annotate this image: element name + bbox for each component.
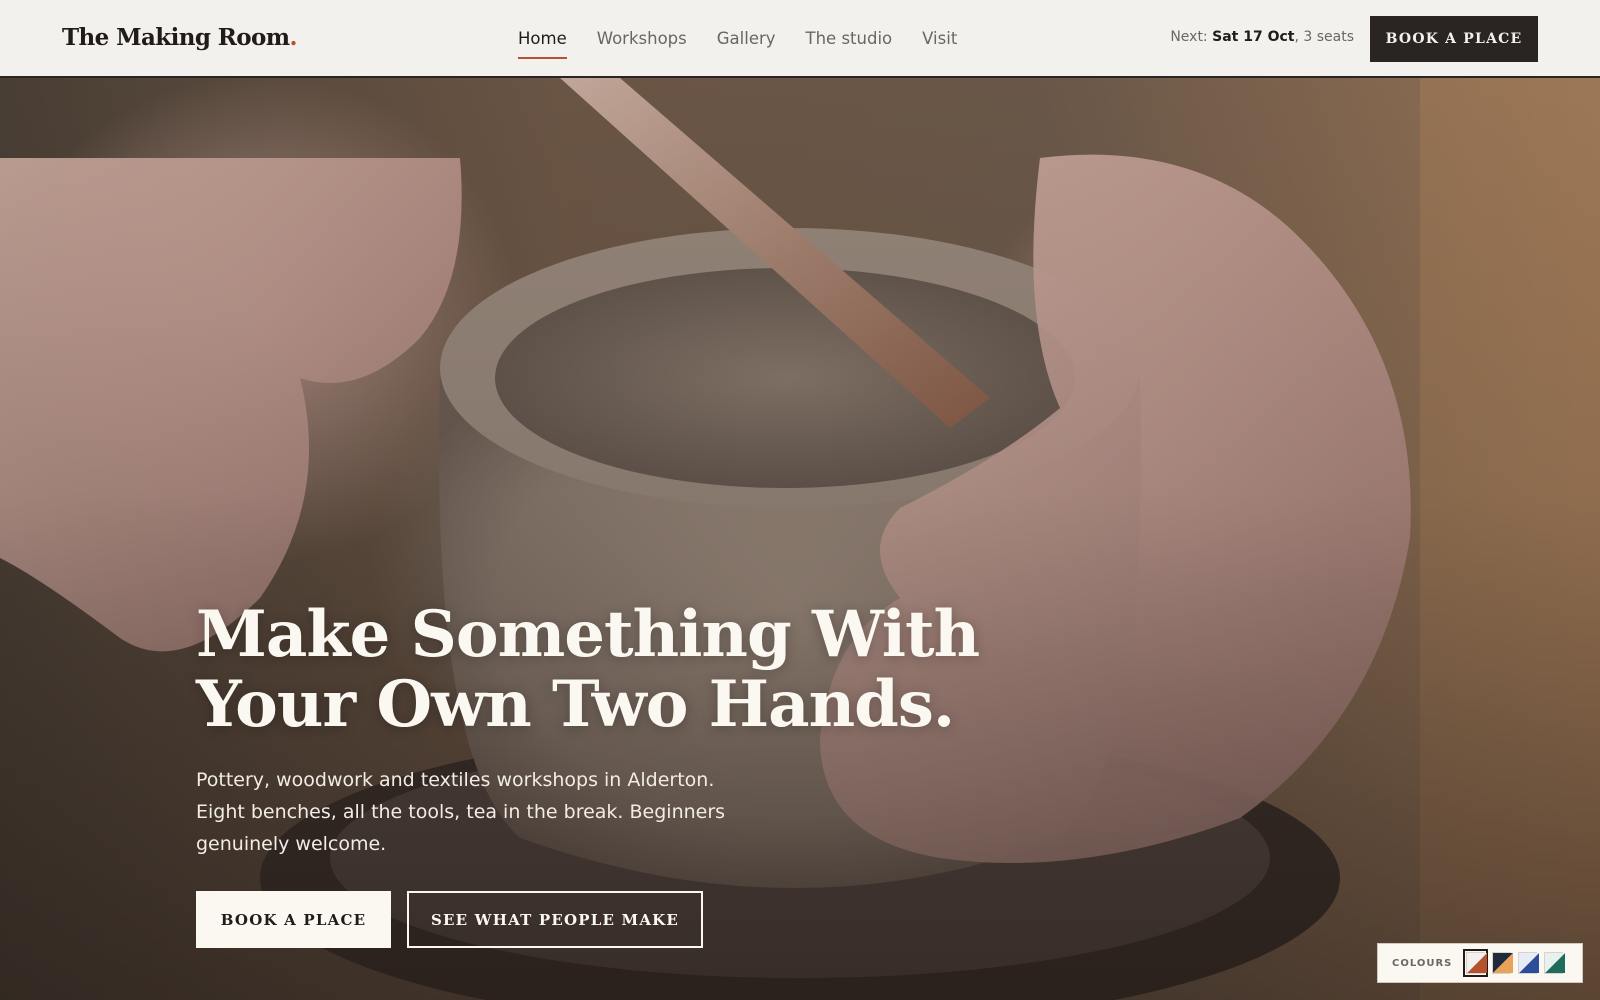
next-session-info: Next: Sat 17 Oct, 3 seats <box>1170 29 1354 45</box>
hero-subtitle-line: Eight benches, all the tools, tea in the… <box>196 801 726 823</box>
logo-dot: . <box>289 24 297 51</box>
swatch-navy-amber[interactable] <box>1492 952 1514 974</box>
swatch-blue-icon <box>1519 953 1540 973</box>
nav-the-studio[interactable]: The studio <box>806 0 893 76</box>
nav-home[interactable]: Home <box>518 0 567 76</box>
next-date: Sat 17 Oct <box>1212 29 1295 45</box>
hero-title: Make Something With Your Own Two Hands. <box>196 600 1096 740</box>
nav-visit[interactable]: Visit <box>922 0 957 76</box>
hero: Make Something With Your Own Two Hands. … <box>0 78 1600 1000</box>
hero-subtitle-line: Pottery, woodwork and textiles workshops… <box>196 769 715 791</box>
hero-title-line: Your Own Two Hands. <box>196 667 955 742</box>
colour-theme-picker: Colours <box>1377 943 1583 983</box>
swatch-terracotta-icon <box>1467 953 1488 973</box>
header-book-button[interactable]: Book a place <box>1370 16 1538 62</box>
swatch-teal[interactable] <box>1544 952 1566 974</box>
hero-title-line: Make Something With <box>196 597 980 672</box>
hero-subtitle-line: genuinely welcome. <box>196 833 387 855</box>
swatch-blue[interactable] <box>1518 952 1540 974</box>
hero-content: Make Something With Your Own Two Hands. … <box>196 600 1096 948</box>
swatch-teal-icon <box>1545 953 1566 973</box>
swatch-navy-amber-icon <box>1493 953 1514 973</box>
site-logo[interactable]: The Making Room. <box>62 24 298 51</box>
next-prefix: Next: <box>1170 29 1208 45</box>
swatch-terracotta[interactable] <box>1463 949 1489 977</box>
site-header: The Making Room. Home Workshops Gallery … <box>0 0 1600 78</box>
hero-actions: Book a place See what people make <box>196 891 1096 948</box>
nav-gallery[interactable]: Gallery <box>717 0 776 76</box>
hero-book-button[interactable]: Book a place <box>196 891 391 948</box>
main-nav: Home Workshops Gallery The studio Visit <box>518 0 987 76</box>
colours-label: Colours <box>1392 957 1453 969</box>
see-gallery-button[interactable]: See what people make <box>407 891 703 948</box>
logo-text: The Making Room <box>62 24 290 51</box>
next-seats: , 3 seats <box>1294 29 1354 45</box>
nav-workshops[interactable]: Workshops <box>597 0 687 76</box>
hero-subtitle: Pottery, woodwork and textiles workshops… <box>196 764 736 860</box>
